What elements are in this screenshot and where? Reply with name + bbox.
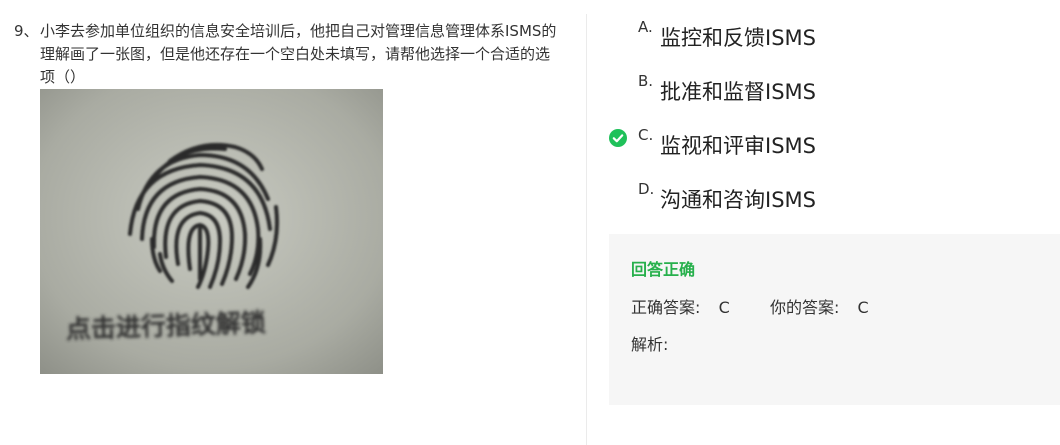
your-answer-value: C	[857, 298, 869, 317]
option-a-letter: A.	[638, 18, 653, 36]
check-circle-icon	[609, 129, 627, 147]
question-image: 点击进行指纹解锁	[40, 89, 383, 374]
option-b-letter: B.	[638, 72, 654, 90]
option-d-letter: D.	[638, 180, 655, 198]
question-text: 小李去参加单位组织的信息安全培训后，他把自己对管理信息管理体系ISMS的理解画了…	[40, 22, 557, 86]
option-c-letter: C.	[638, 126, 654, 144]
result-panel: 回答正确 正确答案: C 你的答案: C 解析:	[609, 234, 1060, 405]
option-d-text: 沟通和咨询ISMS	[660, 188, 816, 212]
option-c-text: 监视和评审ISMS	[660, 134, 816, 158]
option-b-text: 批准和监督ISMS	[660, 80, 816, 104]
vertical-divider	[586, 14, 587, 445]
question-number: 9、	[14, 22, 39, 40]
question-panel: 9、 小李去参加单位组织的信息安全培训后，他把自己对管理信息管理体系ISMS的理…	[0, 0, 586, 445]
option-a-text: 监控和反馈ISMS	[660, 26, 816, 50]
correct-answer-label: 正确答案:	[631, 298, 701, 317]
analysis-label: 解析:	[631, 335, 669, 354]
answer-line: 正确答案: C 你的答案: C	[631, 294, 869, 318]
correct-answer-value: C	[718, 298, 730, 317]
your-answer-label: 你的答案:	[769, 298, 840, 317]
result-status: 回答正确	[631, 260, 696, 279]
